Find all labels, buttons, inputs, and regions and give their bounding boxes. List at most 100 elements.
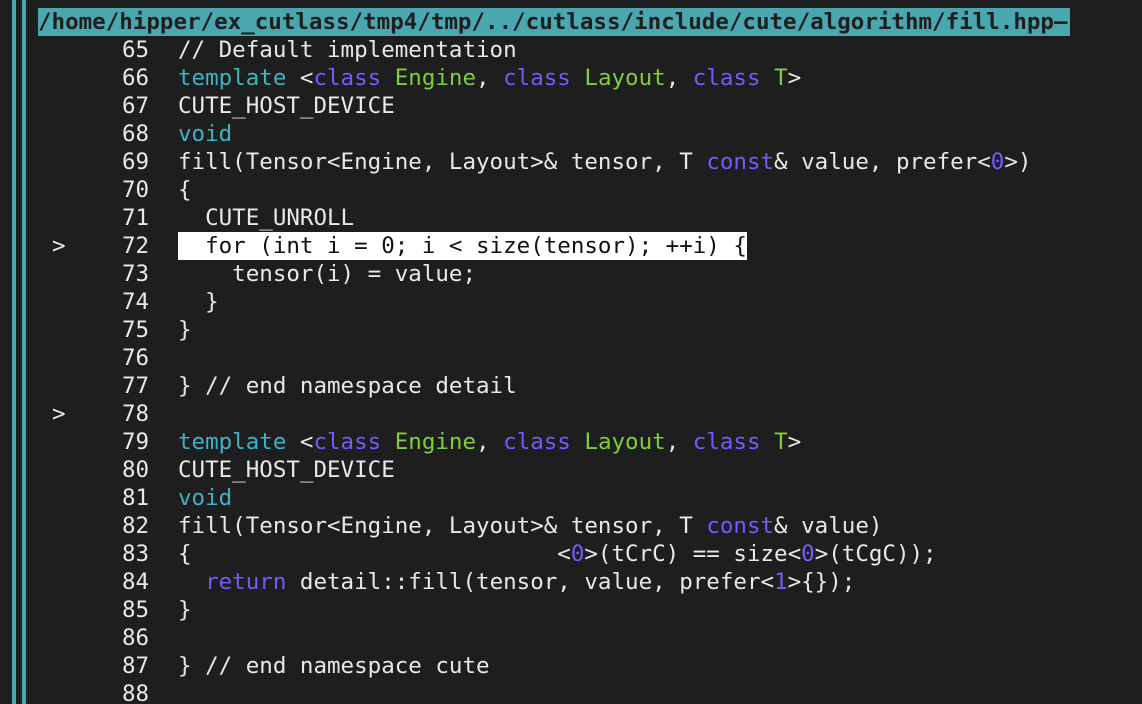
code-token: for (int i = 0; i < size(tensor); ++i) { <box>178 233 747 259</box>
source-line[interactable]: 86 <box>0 624 1142 652</box>
source-line[interactable]: 80 CUTE_HOST_DEVICE <box>0 456 1142 484</box>
source-line[interactable]: 82 fill(Tensor<Engine, Layout>& tensor, T… <box>0 512 1142 540</box>
code-token: & value) <box>774 513 883 539</box>
code-token: CUTE_UNROLL <box>178 205 355 231</box>
source-line[interactable]: 73 tensor(i) = value; <box>0 260 1142 288</box>
source-line[interactable]: >78 <box>0 400 1142 428</box>
source-file-title-bar: /home/hipper/ex_cutlass/tmp4/tmp/../cutl… <box>38 8 1070 36</box>
code-token: const <box>706 149 775 175</box>
file-path: /home/hipper/ex_cutlass/tmp4/tmp/../cutl… <box>38 9 1054 35</box>
line-number: 68 <box>122 121 150 147</box>
code-token: fill(Tensor<Engine, Layout>& tensor, T <box>178 513 707 539</box>
code-token: T <box>774 65 788 91</box>
line-code: CUTE_HOST_DEVICE <box>178 92 395 120</box>
line-number: 70 <box>122 177 150 203</box>
source-line[interactable]: 87 } // end namespace cute <box>0 652 1142 680</box>
line-code: { <box>178 176 192 204</box>
breakpoint-marker[interactable]: > <box>52 400 72 428</box>
source-code-view[interactable]: 65 // Default implementation 66 template <c… <box>0 36 1142 704</box>
source-line[interactable]: 84 return detail::fill(tensor, value, pr… <box>0 568 1142 596</box>
line-code: fill(Tensor<Engine, Layout>& tensor, T c… <box>178 512 882 540</box>
line-code: fill(Tensor<Engine, Layout>& tensor, T c… <box>178 148 1031 176</box>
code-token: { < <box>178 541 571 567</box>
line-number: 65 <box>122 37 150 63</box>
line-number: 82 <box>122 513 150 539</box>
code-token: CUTE_HOST_DEVICE <box>178 457 395 483</box>
code-token: { <box>178 177 192 203</box>
code-token: >) <box>1004 149 1032 175</box>
source-line[interactable]: >72 for (int i = 0; i < size(tensor); ++… <box>0 232 1142 260</box>
line-code: } // end namespace detail <box>178 372 517 400</box>
source-line[interactable]: 81 void <box>0 484 1142 512</box>
line-code: template <class Engine, class Layout, cl… <box>178 428 801 456</box>
code-token: , <box>476 65 504 91</box>
source-line[interactable]: 74 } <box>0 288 1142 316</box>
code-token: } <box>178 289 219 315</box>
code-token: void <box>178 121 233 147</box>
source-line[interactable]: 76 <box>0 344 1142 372</box>
code-token: < <box>286 429 314 455</box>
source-line[interactable]: 68 void <box>0 120 1142 148</box>
code-token: } <box>178 597 192 623</box>
source-line[interactable]: 77} // end namespace detail <box>0 372 1142 400</box>
source-line[interactable]: 70 { <box>0 176 1142 204</box>
source-line[interactable]: 65 // Default implementation <box>0 36 1142 64</box>
line-number: 74 <box>122 289 150 315</box>
source-line[interactable]: 83{ <0>(tCrC) == size<0>(tCgC)); <box>0 540 1142 568</box>
source-line[interactable]: 75} <box>0 316 1142 344</box>
current-line-code: for (int i = 0; i < size(tensor); ++i) { <box>178 232 747 260</box>
source-line[interactable]: 85} <box>0 596 1142 624</box>
code-token: CUTE_HOST_DEVICE <box>178 93 395 119</box>
code-token: , <box>665 429 693 455</box>
code-token: 1 <box>774 569 788 595</box>
code-token: tensor(i) = value; <box>178 261 477 287</box>
source-line[interactable]: 69 fill(Tensor<Engine, Layout>& tensor, T… <box>0 148 1142 176</box>
code-token: const <box>706 513 775 539</box>
line-number: 78 <box>122 401 150 427</box>
code-token: class <box>503 65 571 91</box>
code-token: 0 <box>801 541 815 567</box>
line-code: void <box>178 120 232 148</box>
line-number: 72 <box>122 233 150 259</box>
code-token: class <box>692 65 761 91</box>
code-token: detail::fill(tensor, value, prefer< <box>286 569 775 595</box>
line-number: 71 <box>122 205 150 231</box>
line-number: 76 <box>122 345 150 371</box>
code-token: 0 <box>990 149 1005 175</box>
line-code: return detail::fill(tensor, value, prefe… <box>178 568 855 596</box>
line-number: 84 <box>122 569 150 595</box>
code-token: } // end namespace detail <box>178 373 517 399</box>
code-token: T <box>774 429 788 455</box>
line-number: 66 <box>122 65 150 91</box>
code-token: > <box>787 65 802 91</box>
code-token: >(tCrC) == size< <box>584 541 802 567</box>
code-token: Engine <box>394 65 477 91</box>
code-token: class <box>313 429 382 455</box>
breakpoint-marker[interactable]: > <box>52 232 72 260</box>
source-line[interactable]: 88 <box>0 680 1142 704</box>
source-line[interactable]: 66 template <class Engine, class Layout, … <box>0 64 1142 92</box>
code-token: , <box>476 429 504 455</box>
line-number: 88 <box>122 681 150 704</box>
line-code: // Default implementation <box>178 36 517 64</box>
source-line[interactable]: 79 template <class Engine, class Layout, … <box>0 428 1142 456</box>
source-line[interactable]: 71 CUTE_UNROLL <box>0 204 1142 232</box>
source-line[interactable]: 67 CUTE_HOST_DEVICE <box>0 92 1142 120</box>
line-code: tensor(i) = value; <box>178 260 476 288</box>
line-code: } // end namespace cute <box>178 652 490 680</box>
line-code: } <box>178 596 192 624</box>
code-token: class <box>313 65 382 91</box>
code-token: return <box>205 569 287 595</box>
code-token: void <box>178 485 233 511</box>
line-number: 75 <box>122 317 150 343</box>
line-code: template <class Engine, class Layout, cl… <box>178 64 801 92</box>
line-number: 87 <box>122 653 150 679</box>
title-trail: — <box>1053 9 1068 35</box>
code-token: Layout <box>584 429 666 455</box>
code-token: > <box>787 429 802 455</box>
